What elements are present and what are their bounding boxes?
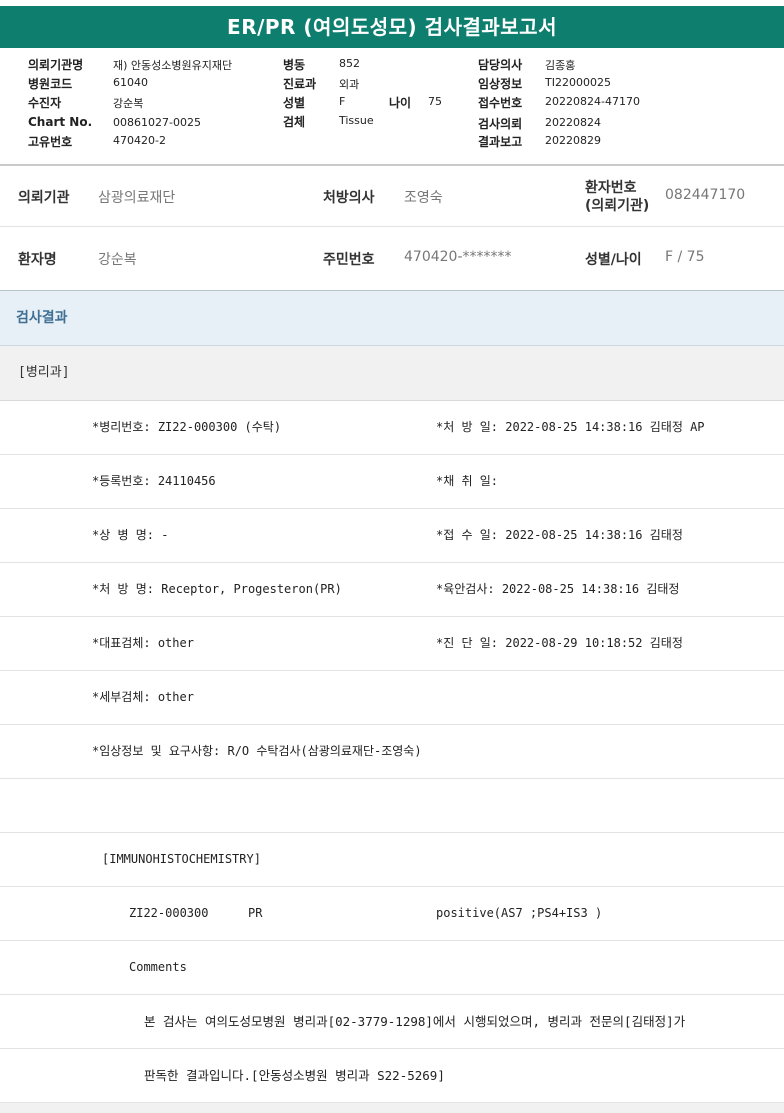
result-row: *세부검체: other bbox=[0, 671, 784, 725]
result-row: *대표검체: other *진 단 일: 2022-08-29 10:18:52… bbox=[0, 617, 784, 671]
result-field: *임상정보 및 요구사항: R/O 수탁검사(삼광의료재단-조영숙) bbox=[92, 744, 422, 758]
header-value: 20220824 bbox=[545, 116, 601, 129]
result-row: 본 검사는 여의도성모병원 병리과[02-3779-1298]에서 시행되었으며… bbox=[0, 995, 784, 1049]
patient-info: 의뢰기관 삼광의료재단 처방의사 조영숙 환자번호 (의뢰기관) 0824471… bbox=[0, 166, 784, 291]
header-value: TI22000025 bbox=[545, 76, 611, 89]
result-row: [IMMUNOHISTOCHEMISTRY] bbox=[0, 833, 784, 887]
header-label: 병동 bbox=[283, 58, 306, 72]
header-value: 852 bbox=[339, 57, 360, 70]
result-row: ZI22-000300 PR positive(AS7 ;PS4+IS3 ) bbox=[0, 887, 784, 941]
header-label: 검사의뢰 bbox=[478, 117, 523, 131]
institution-label: 의뢰기관 bbox=[18, 190, 70, 206]
patient-no-sublabel: (의뢰기관) bbox=[585, 198, 650, 214]
result-field: *처 방 일: 2022-08-25 14:38:16 김태정 AP bbox=[436, 420, 705, 434]
header-label: 접수번호 bbox=[478, 96, 523, 110]
header-label: Chart No. bbox=[28, 115, 93, 129]
header-label: 임상정보 bbox=[478, 77, 523, 91]
ihc-result: positive(AS7 ;PS4+IS3 ) bbox=[436, 906, 603, 920]
result-row: *상 병 명: - *접 수 일: 2022-08-25 14:38:16 김태… bbox=[0, 509, 784, 563]
header-value: 외과 bbox=[339, 78, 360, 91]
ihc-number: ZI22-000300 bbox=[129, 906, 209, 920]
header-value: 20220824-47170 bbox=[545, 95, 640, 108]
header-value: 00861027-0025 bbox=[113, 116, 201, 129]
result-row: 판독한 결과입니다.[안동성소병원 병리과 S22-5269] bbox=[0, 1049, 784, 1103]
result-field: *대표검체: other bbox=[92, 636, 194, 650]
header-label: 의뢰기관명 bbox=[28, 58, 84, 72]
header-label: 성별 bbox=[283, 96, 306, 110]
section-title: 검사결과 bbox=[0, 291, 784, 346]
result-row: *등록번호: 24110456 *채 취 일: bbox=[0, 455, 784, 509]
sex-age-label: 성별/나이 bbox=[585, 252, 642, 268]
header-value: 61040 bbox=[113, 76, 148, 89]
header-value: 김종홍 bbox=[545, 59, 576, 72]
result-row-empty bbox=[0, 779, 784, 833]
header-label: 담당의사 bbox=[478, 58, 523, 72]
patient-no-value: 082447170 bbox=[665, 187, 746, 203]
name-label: 환자명 bbox=[18, 252, 57, 268]
result-row: *병리번호: ZI22-000300 (수탁) *처 방 일: 2022-08-… bbox=[0, 401, 784, 455]
result-field: *접 수 일: 2022-08-25 14:38:16 김태정 bbox=[436, 528, 683, 542]
report-title: ER/PR (여의도성모) 검사결과보고서 bbox=[0, 6, 784, 48]
patient-no-label: 환자번호 bbox=[585, 180, 637, 196]
results-list: *병리번호: ZI22-000300 (수탁) *처 방 일: 2022-08-… bbox=[0, 401, 784, 1103]
bottom-strip bbox=[0, 1103, 784, 1113]
header-value: 20220829 bbox=[545, 134, 601, 147]
header-value: 75 bbox=[428, 95, 442, 108]
header-label: 결과보고 bbox=[478, 135, 523, 149]
result-field: *병리번호: ZI22-000300 (수탁) bbox=[92, 420, 282, 434]
result-field: *상 병 명: - bbox=[92, 528, 169, 542]
comments-label: Comments bbox=[129, 960, 187, 974]
header-label: 검체 bbox=[283, 115, 306, 129]
ihc-title: [IMMUNOHISTOCHEMISTRY] bbox=[102, 852, 261, 866]
result-field: *세부검체: other bbox=[92, 690, 194, 704]
comment-line: 본 검사는 여의도성모병원 병리과[02-3779-1298]에서 시행되었으며… bbox=[144, 1014, 686, 1029]
header-label: 나이 bbox=[389, 96, 412, 110]
result-field: *채 취 일: bbox=[436, 474, 499, 488]
patient-info-row: 환자명 강순복 주민번호 470420-******* 성별/나이 F / 75 bbox=[0, 227, 784, 289]
header-value: 강순복 bbox=[113, 97, 144, 110]
comment-line: 판독한 결과입니다.[안동성소병원 병리과 S22-5269] bbox=[144, 1068, 445, 1083]
header-label: 수진자 bbox=[28, 96, 62, 110]
header-label: 병원코드 bbox=[28, 77, 73, 91]
header-label: 진료과 bbox=[283, 77, 317, 91]
result-row: *처 방 명: Receptor, Progesteron(PR) *육안검사:… bbox=[0, 563, 784, 617]
rrn-value: 470420-******* bbox=[404, 249, 512, 265]
patient-info-row: 의뢰기관 삼광의료재단 처방의사 조영숙 환자번호 (의뢰기관) 0824471… bbox=[0, 166, 784, 227]
report-header: 의뢰기관명 재) 안동성소병원유지재단 병원코드 61040 수진자 강순복 C… bbox=[0, 48, 784, 166]
institution-value: 삼광의료재단 bbox=[98, 190, 176, 206]
result-field: *등록번호: 24110456 bbox=[92, 474, 216, 488]
header-label: 고유번호 bbox=[28, 135, 73, 149]
result-field: *처 방 명: Receptor, Progesteron(PR) bbox=[92, 582, 342, 596]
result-row: *임상정보 및 요구사항: R/O 수탁검사(삼광의료재단-조영숙) bbox=[0, 725, 784, 779]
name-value: 강순복 bbox=[98, 252, 137, 268]
result-field: *육안검사: 2022-08-25 14:38:16 김태정 bbox=[436, 582, 680, 596]
header-value: F bbox=[339, 95, 346, 108]
doctor-label: 처방의사 bbox=[323, 190, 375, 206]
header-value: Tissue bbox=[339, 114, 374, 127]
result-field: *진 단 일: 2022-08-29 10:18:52 김태정 bbox=[436, 636, 683, 650]
department-label: [병리과] bbox=[0, 346, 784, 401]
ihc-marker: PR bbox=[248, 906, 263, 920]
rrn-label: 주민번호 bbox=[323, 252, 375, 268]
header-value: 재) 안동성소병원유지재단 bbox=[113, 59, 233, 72]
doctor-value: 조영숙 bbox=[404, 190, 443, 206]
header-value: 470420-2 bbox=[113, 134, 166, 147]
sex-age-value: F / 75 bbox=[665, 249, 705, 265]
result-row: Comments bbox=[0, 941, 784, 995]
